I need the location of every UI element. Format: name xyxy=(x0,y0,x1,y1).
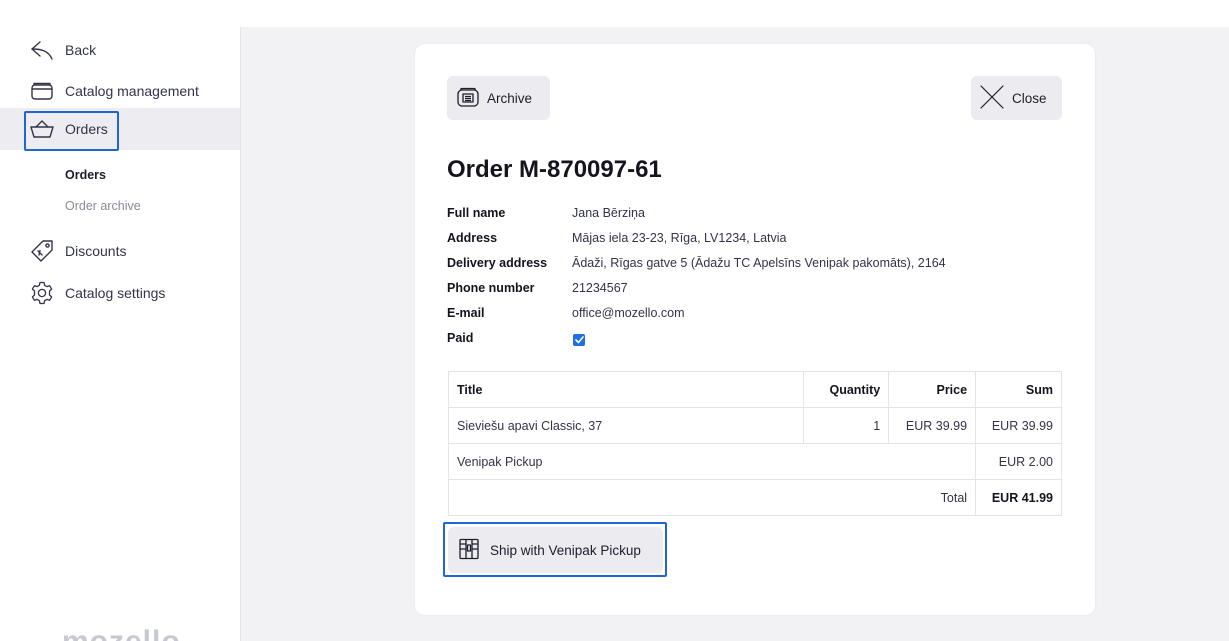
sidebar-item-label: Discounts xyxy=(65,243,127,259)
column-header-price: Price xyxy=(888,371,977,408)
item-title: Sieviešu apavi Classic, 37 xyxy=(447,407,805,444)
detail-value: office@mozello.com xyxy=(572,306,685,320)
detail-value: Ādaži, Rīgas gatve 5 (Ādažu TC Apelsīns … xyxy=(572,256,946,270)
table-row: Sieviešu apavi Classic, 37 1 EUR 39.99 E… xyxy=(447,407,1062,444)
column-header-sum: Sum xyxy=(975,371,1062,408)
parcel-locker-icon xyxy=(458,538,480,563)
detail-value: Mājas iela 23-23, Rīga, LV1234, Latvia xyxy=(572,231,787,245)
close-button[interactable]: Close xyxy=(971,76,1062,120)
item-quantity: 1 xyxy=(803,407,890,444)
detail-value: Jana Bērziņa xyxy=(572,206,645,220)
logo: mozello xyxy=(62,625,181,641)
paid-checkbox[interactable] xyxy=(573,334,585,346)
sidebar-item-discounts[interactable]: Discounts xyxy=(0,230,240,272)
sidebar-item-label: Catalog settings xyxy=(65,285,166,301)
tag-icon xyxy=(30,239,54,263)
sidebar-item-catalog-settings[interactable]: Catalog settings xyxy=(0,272,240,314)
shipping-sum: EUR 2.00 xyxy=(975,443,1062,480)
folder-icon xyxy=(30,79,54,103)
detail-value: 21234567 xyxy=(572,281,628,295)
detail-label: Paid xyxy=(447,331,474,345)
column-header-quantity: Quantity xyxy=(803,371,890,408)
item-sum: EUR 39.99 xyxy=(975,407,1062,444)
detail-label: Delivery address xyxy=(447,256,548,270)
sidebar-item-label: Catalog management xyxy=(65,83,199,99)
sidebar-item-back[interactable]: Back xyxy=(0,29,240,71)
archive-label: Archive xyxy=(487,90,533,106)
table-row-shipping: Venipak Pickup EUR 2.00 xyxy=(447,443,1062,480)
item-price: EUR 39.99 xyxy=(888,407,977,444)
archive-box-icon xyxy=(457,87,479,110)
table-header-row: Title Quantity Price Sum xyxy=(447,371,1062,408)
detail-label: Phone number xyxy=(447,281,535,295)
detail-label: Full name xyxy=(447,206,506,220)
close-icon xyxy=(980,84,1004,112)
close-label: Close xyxy=(1012,90,1047,106)
top-bar xyxy=(0,0,1229,27)
sidebar-subitem-orders[interactable]: Orders xyxy=(65,168,106,182)
total-label: Total xyxy=(447,479,977,516)
sidebar: Back Catalog management Orders Orders Or… xyxy=(0,27,241,641)
back-arrow-icon xyxy=(30,38,54,62)
shipping-title: Venipak Pickup xyxy=(447,443,977,480)
table-row-total: Total EUR 41.99 xyxy=(447,479,1062,516)
column-header-title: Title xyxy=(447,371,805,408)
archive-button[interactable]: Archive xyxy=(447,76,550,120)
ship-with-venipak-button[interactable]: Ship with Venipak Pickup xyxy=(448,527,663,573)
orders-selection-highlight xyxy=(24,111,119,151)
sidebar-item-label: Back xyxy=(65,42,97,58)
sidebar-item-catalog-management[interactable]: Catalog management xyxy=(0,70,240,112)
gear-icon xyxy=(30,281,54,305)
order-title: Order M-870097-61 xyxy=(447,156,662,183)
detail-label: E-mail xyxy=(447,306,485,320)
sidebar-subitem-order-archive[interactable]: Order archive xyxy=(65,199,141,213)
detail-label: Address xyxy=(447,231,498,245)
ship-label: Ship with Venipak Pickup xyxy=(490,542,641,558)
order-items-table: Title Quantity Price Sum Sieviešu apavi … xyxy=(447,371,1062,516)
total-value: EUR 41.99 xyxy=(975,479,1062,516)
